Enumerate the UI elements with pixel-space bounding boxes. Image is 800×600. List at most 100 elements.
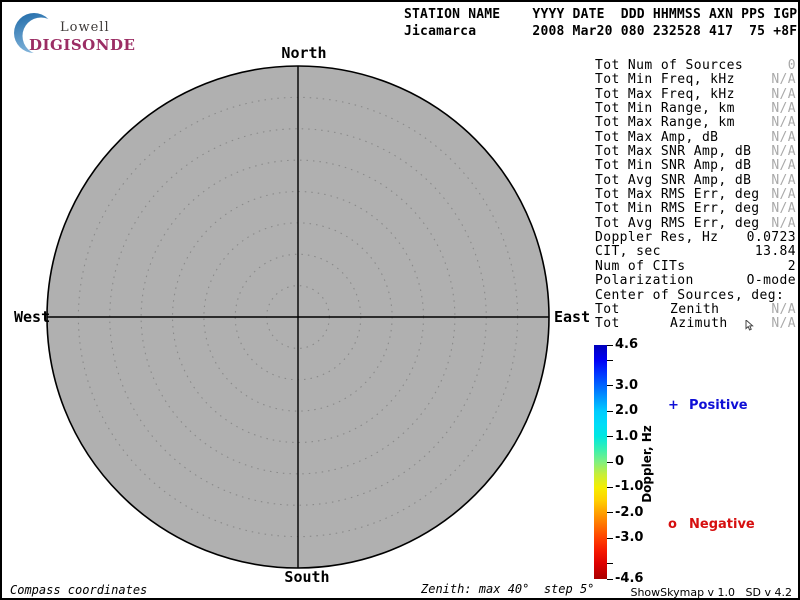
panel-value: 2 [788, 260, 796, 274]
panel-label: Tot Min Freq, kHz [595, 73, 735, 87]
panel-value: N/A [771, 217, 796, 231]
panel-row: Tot Avg SNR Amp, dB N/A [595, 174, 796, 188]
panel-label: Tot Min RMS Err, deg [595, 202, 760, 216]
panel-label: Tot Min SNR Amp, dB [595, 159, 751, 173]
colorbar-tick [607, 411, 613, 412]
colorbar-tick [607, 563, 613, 564]
panel-value: 13.84 [755, 245, 796, 259]
panel-value: N/A [771, 73, 796, 87]
panel-label: Tot Max Amp, dB [595, 131, 718, 145]
mouse-cursor-icon [745, 320, 755, 335]
legend-positive-label: Positive [689, 398, 748, 413]
station-header: STATION NAME YYYY DATE DDD HHMMSS AXN PP… [404, 6, 797, 40]
panel-row: Tot Min RMS Err, deg N/A [595, 202, 796, 216]
colorbar-tick-label: 3.0 [615, 378, 638, 393]
panel-row: Tot Avg RMS Err, deg N/A [595, 217, 796, 231]
colorbar-tick-label: 4.6 [615, 337, 638, 352]
panel-row: Tot Max Range, km N/A [595, 116, 796, 130]
legend-negative: oNegative [668, 517, 755, 532]
colorbar-tick [607, 512, 613, 513]
panel-row: Tot Min Range, km N/A [595, 102, 796, 116]
header-labels-line: STATION NAME YYYY DATE DDD HHMMSS AXN PP… [404, 7, 797, 22]
panel-label: Tot [595, 303, 620, 317]
panel-label: Tot Min Range, km [595, 102, 735, 116]
compass-label-south: South [284, 568, 329, 586]
panel-row: Num of CITs 2 [595, 260, 796, 274]
header-values-line: Jicamarca 2008 Mar20 080 232528 417 75 +… [404, 24, 797, 39]
panel-value: N/A [771, 88, 796, 102]
panel-row: Tot Min Freq, kHz N/A [595, 73, 796, 87]
colorbar-tick [607, 385, 613, 386]
panel-sublabel: Azimuth [670, 317, 728, 331]
panel-label: Tot Max Freq, kHz [595, 88, 735, 102]
compass-label-north: North [281, 44, 326, 62]
panel-row: Tot Max SNR Amp, dBN/A [595, 145, 796, 159]
footer-coordinate-system: Compass coordinates [10, 583, 147, 597]
panel-value: O-mode [747, 274, 796, 288]
panel-row: Tot Azimuth N/A [595, 317, 796, 331]
info-panel: Tot Num of Sources0Tot Min Freq, kHzN/AT… [595, 59, 796, 332]
colorbar-tick [607, 360, 613, 361]
panel-value: 0.0723 [747, 231, 796, 245]
panel-label: Tot Max RMS Err, deg [595, 188, 760, 202]
lowell-digisonde-logo: Lowell DIGISONDE [10, 7, 142, 55]
logo-digisonde-text: DIGISONDE [29, 36, 135, 54]
colorbar-tick-label: -2.0 [615, 505, 643, 520]
legend-negative-label: Negative [689, 517, 755, 532]
panel-label: CIT, sec [595, 245, 661, 259]
compass-label-east: East [554, 308, 590, 326]
panel-label: Tot Num of Sources [595, 59, 743, 73]
colorbar-tick [607, 538, 613, 539]
footer-version: ShowSkymap v 1.0 SD v 4.2 [630, 586, 792, 599]
panel-value: N/A [771, 174, 796, 188]
panel-value: N/A [771, 116, 796, 130]
footer-zenith-info: Zenith: max 40° step 5° [421, 582, 594, 596]
panel-row: CIT, sec 13.84 [595, 245, 796, 259]
colorbar-tick-label: -3.0 [615, 530, 643, 545]
panel-row: Polarization O-mode [595, 274, 796, 288]
panel-value: N/A [771, 102, 796, 116]
colorbar-tick [607, 487, 613, 488]
panel-value: N/A [771, 131, 796, 145]
panel-label: Doppler Res, Hz [595, 231, 718, 245]
panel-value: N/A [771, 145, 796, 159]
panel-row: Tot Max Freq, kHz N/A [595, 88, 796, 102]
panel-label: Tot Avg SNR Amp, dB [595, 174, 751, 188]
colorbar-tick [607, 579, 613, 580]
colorbar-title: Doppler, Hz [640, 425, 654, 503]
colorbar-tick-label: 0 [615, 454, 624, 469]
colorbar-tick [607, 462, 613, 463]
colorbar-tick-label: 2.0 [615, 403, 638, 418]
panel-label: Center of Sources, deg: [595, 289, 784, 303]
skymap-plot [42, 61, 554, 573]
plus-marker-icon: + [668, 398, 689, 413]
colorbar-tick-label: -4.6 [615, 571, 643, 586]
panel-value: 0 [788, 59, 796, 73]
panel-value: N/A [771, 202, 796, 216]
colorbar-gradient [594, 345, 607, 579]
legend-positive: +Positive [668, 398, 748, 413]
panel-value: N/A [771, 159, 796, 173]
colorbar-tick [607, 436, 613, 437]
panel-row: Doppler Res, Hz 0.0723 [595, 231, 796, 245]
panel-value: N/A [771, 317, 796, 331]
panel-label: Tot [595, 317, 620, 331]
panel-label: Tot Avg RMS Err, deg [595, 217, 760, 231]
panel-label: Tot Max Range, km [595, 116, 735, 130]
panel-value: N/A [771, 303, 796, 317]
colorbar-tick-label: 1.0 [615, 429, 638, 444]
panel-label: Num of CITs [595, 260, 686, 274]
panel-value: N/A [771, 188, 796, 202]
panel-row: Tot Num of Sources 0 [595, 59, 796, 73]
panel-row: Tot Max RMS Err, deg N/A [595, 188, 796, 202]
panel-row: Center of Sources, deg: [595, 289, 796, 303]
panel-label: Polarization [595, 274, 694, 288]
panel-row: Tot Zenith N/A [595, 303, 796, 317]
logo-lowell-text: Lowell [60, 20, 110, 35]
circle-marker-icon: o [668, 517, 689, 532]
compass-label-west: West [14, 308, 50, 326]
panel-sublabel: Zenith [670, 303, 719, 317]
showskymap-window: Lowell DIGISONDE STATION NAME YYYY DATE … [0, 0, 800, 600]
panel-row: Tot Min SNR Amp, dB N/A [595, 159, 796, 173]
panel-row: Tot Max Amp, dB N/A [595, 131, 796, 145]
